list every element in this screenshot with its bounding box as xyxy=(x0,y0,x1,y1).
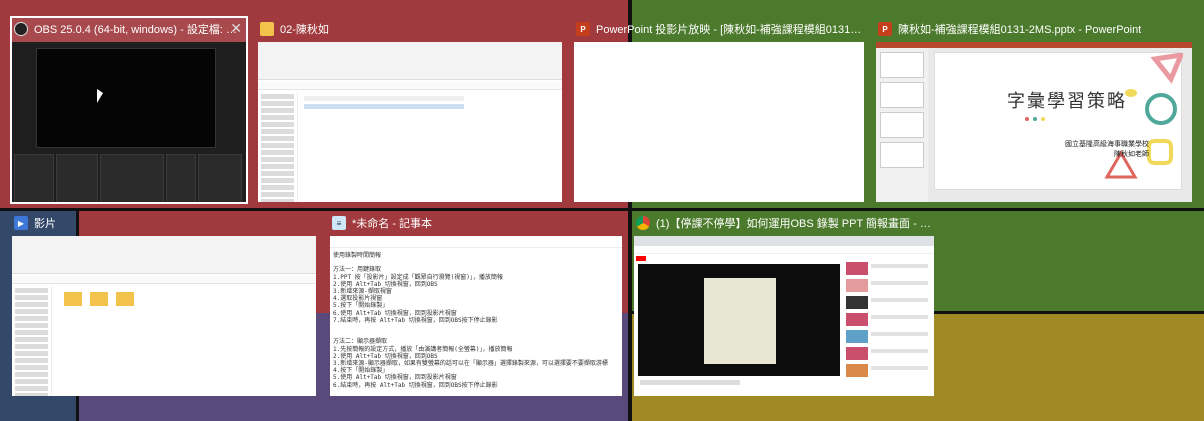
window-thumbnail xyxy=(12,236,316,396)
window-card-explorer[interactable]: 02-陳秋如 xyxy=(258,18,562,202)
obs-controls-panel xyxy=(198,154,242,202)
youtube-recommendations xyxy=(846,262,928,381)
explorer-address-bar xyxy=(258,82,562,90)
window-title: (1)【停課不停學】如何運用OBS 錄製 PPT 簡報畫面 - YouTube … xyxy=(656,218,934,230)
ppt-slide-canvas: 字彙學習策略 國立基隆高級海事職業學校 陳秋如老師 xyxy=(934,52,1183,190)
window-title: 陳秋如-補強課程模組0131-2MS.pptx - PowerPoint xyxy=(898,24,1142,36)
chrome-tab-bar xyxy=(634,236,934,246)
slide-teacher: 陳秋如老師 xyxy=(1114,150,1149,158)
window-card-videos-folder[interactable]: ▶ 影片 xyxy=(12,212,316,396)
folder-icon[interactable] xyxy=(90,292,108,306)
chrome-icon xyxy=(636,216,650,230)
window-title: *未命名 - 記事本 xyxy=(352,218,433,230)
window-thumbnail xyxy=(258,42,562,202)
window-title: 02-陳秋如 xyxy=(280,24,329,36)
list-item xyxy=(304,104,464,109)
list-item xyxy=(304,96,464,101)
window-card-chrome[interactable]: (1)【停課不停學】如何運用OBS 錄製 PPT 簡報畫面 - YouTube … xyxy=(634,212,934,396)
video-folder-icon: ▶ xyxy=(14,216,28,230)
close-icon[interactable]: ✕ xyxy=(230,20,242,37)
obs-sources-panel xyxy=(56,154,98,202)
slide-school: 國立基隆高級海事職業學校 xyxy=(1065,140,1149,148)
ppt-slide-rail xyxy=(876,48,928,202)
explorer-nav-pane xyxy=(12,286,52,396)
slide-decorations xyxy=(1025,53,1183,179)
window-card-powerpoint-slideshow[interactable]: P PowerPoint 投影片放映 - [陳秋如-補強課程模組0131-2MS… xyxy=(574,18,864,202)
obs-scenes-panel xyxy=(14,154,54,202)
wallpaper-divider xyxy=(0,208,1204,211)
youtube-video-player[interactable] xyxy=(638,264,840,376)
slide-title: 字彙學習策略 xyxy=(1007,91,1127,112)
folder-icon xyxy=(260,22,274,36)
explorer-nav-pane xyxy=(258,92,298,202)
video-title-placeholder xyxy=(640,380,740,385)
window-thumbnail: 字彙學習策略 國立基隆高級海事職業學校 陳秋如老師 xyxy=(876,42,1192,202)
window-title: PowerPoint 投影片放映 - [陳秋如-補強課程模組0131-2MS.p… xyxy=(596,24,864,36)
obs-preview xyxy=(36,48,216,148)
obs-transitions-panel xyxy=(166,154,196,202)
folder-icon[interactable] xyxy=(64,292,82,306)
window-card-notepad[interactable]: ≡ *未命名 - 記事本 使用錄製時間簡報 方法一：用鍵錄取 1.PPT 按「投… xyxy=(330,212,622,396)
window-card-powerpoint[interactable]: P 陳秋如-補強課程模組0131-2MS.pptx - PowerPoint 字… xyxy=(876,18,1192,202)
mouse-cursor-icon xyxy=(97,89,103,103)
window-card-obs[interactable]: OBS 25.0.4 (64-bit, windows) - 設定檔: 無標題 … xyxy=(10,16,248,204)
window-thumbnail xyxy=(12,42,246,202)
explorer-ribbon xyxy=(12,236,316,274)
folder-icon[interactable] xyxy=(116,292,134,306)
video-frame xyxy=(704,278,776,364)
powerpoint-icon: P xyxy=(878,22,892,36)
powerpoint-icon: P xyxy=(576,22,590,36)
notepad-icon: ≡ xyxy=(332,216,346,230)
window-thumbnail: 使用錄製時間簡報 方法一：用鍵錄取 1.PPT 按「投影片」設定成「觀眾自行瀏覽… xyxy=(330,236,622,396)
window-thumbnail xyxy=(574,42,864,202)
notepad-menu-bar xyxy=(330,236,622,248)
obs-mixer-panel xyxy=(100,154,164,202)
chrome-address-bar xyxy=(634,246,934,254)
youtube-logo-icon xyxy=(636,256,646,261)
explorer-ribbon xyxy=(258,42,562,80)
explorer-address-bar xyxy=(12,276,316,284)
notepad-text: 使用錄製時間簡報 方法一：用鍵錄取 1.PPT 按「投影片」設定成「觀眾自行瀏覽… xyxy=(333,252,608,389)
window-thumbnail xyxy=(634,236,934,396)
window-title: 影片 xyxy=(34,218,56,230)
obs-icon xyxy=(14,22,28,36)
window-title: OBS 25.0.4 (64-bit, windows) - 設定檔: 無標題 … xyxy=(34,24,246,36)
